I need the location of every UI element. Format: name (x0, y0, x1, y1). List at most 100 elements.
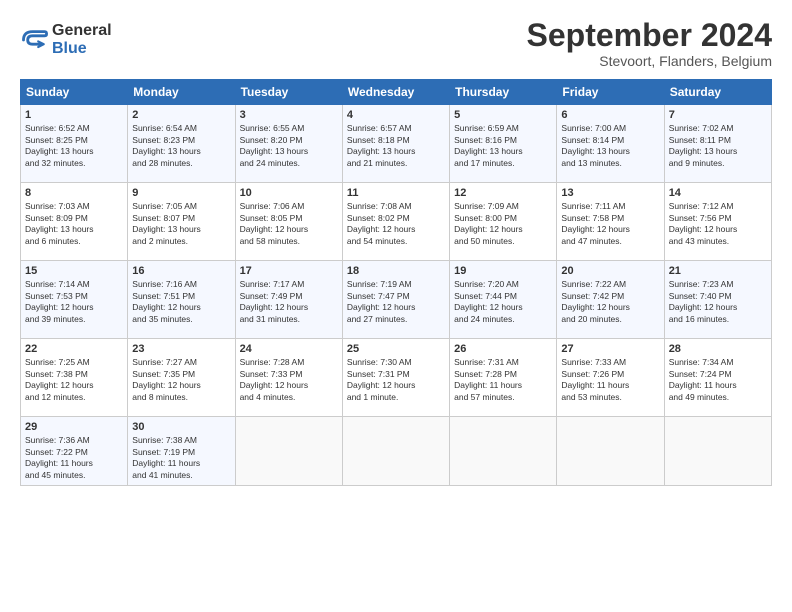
day-info: Sunrise: 7:16 AMSunset: 7:51 PMDaylight:… (132, 279, 201, 323)
day-number: 18 (347, 265, 445, 277)
empty-cell (557, 417, 664, 486)
table-row: 29 Sunrise: 7:36 AMSunset: 7:22 PMDaylig… (21, 417, 772, 486)
day-cell-20: 20 Sunrise: 7:22 AMSunset: 7:42 PMDaylig… (557, 261, 664, 339)
day-info: Sunrise: 7:30 AMSunset: 7:31 PMDaylight:… (347, 357, 416, 401)
day-number: 20 (561, 265, 659, 277)
table-row: 8 Sunrise: 7:03 AMSunset: 8:09 PMDayligh… (21, 183, 772, 261)
day-info: Sunrise: 7:14 AMSunset: 7:53 PMDaylight:… (25, 279, 94, 323)
day-info: Sunrise: 7:36 AMSunset: 7:22 PMDaylight:… (25, 435, 93, 479)
day-number: 10 (240, 187, 338, 199)
day-cell-5: 5 Sunrise: 6:59 AMSunset: 8:16 PMDayligh… (450, 105, 557, 183)
day-info: Sunrise: 7:02 AMSunset: 8:11 PMDaylight:… (669, 123, 738, 167)
day-cell-9: 9 Sunrise: 7:05 AMSunset: 8:07 PMDayligh… (128, 183, 235, 261)
day-number: 7 (669, 109, 767, 121)
empty-cell (342, 417, 449, 486)
logo-icon (20, 26, 48, 54)
day-info: Sunrise: 7:27 AMSunset: 7:35 PMDaylight:… (132, 357, 201, 401)
day-info: Sunrise: 6:55 AMSunset: 8:20 PMDaylight:… (240, 123, 309, 167)
day-cell-25: 25 Sunrise: 7:30 AMSunset: 7:31 PMDaylig… (342, 339, 449, 417)
empty-cell (235, 417, 342, 486)
logo: General Blue (20, 22, 112, 58)
col-wednesday: Wednesday (342, 80, 449, 105)
month-title: September 2024 (527, 18, 772, 53)
day-cell-28: 28 Sunrise: 7:34 AMSunset: 7:24 PMDaylig… (664, 339, 771, 417)
day-cell-2: 2 Sunrise: 6:54 AMSunset: 8:23 PMDayligh… (128, 105, 235, 183)
day-number: 11 (347, 187, 445, 199)
day-cell-21: 21 Sunrise: 7:23 AMSunset: 7:40 PMDaylig… (664, 261, 771, 339)
day-info: Sunrise: 7:31 AMSunset: 7:28 PMDaylight:… (454, 357, 522, 401)
empty-cell (664, 417, 771, 486)
day-info: Sunrise: 6:54 AMSunset: 8:23 PMDaylight:… (132, 123, 201, 167)
col-monday: Monday (128, 80, 235, 105)
day-number: 14 (669, 187, 767, 199)
day-info: Sunrise: 7:19 AMSunset: 7:47 PMDaylight:… (347, 279, 416, 323)
day-number: 22 (25, 343, 123, 355)
day-info: Sunrise: 7:28 AMSunset: 7:33 PMDaylight:… (240, 357, 309, 401)
day-cell-23: 23 Sunrise: 7:27 AMSunset: 7:35 PMDaylig… (128, 339, 235, 417)
day-number: 5 (454, 109, 552, 121)
day-cell-24: 24 Sunrise: 7:28 AMSunset: 7:33 PMDaylig… (235, 339, 342, 417)
day-number: 24 (240, 343, 338, 355)
day-info: Sunrise: 7:22 AMSunset: 7:42 PMDaylight:… (561, 279, 630, 323)
day-number: 27 (561, 343, 659, 355)
day-cell-14: 14 Sunrise: 7:12 AMSunset: 7:56 PMDaylig… (664, 183, 771, 261)
page: General Blue September 2024 Stevoort, Fl… (0, 0, 792, 612)
day-info: Sunrise: 7:03 AMSunset: 8:09 PMDaylight:… (25, 201, 94, 245)
table-row: 15 Sunrise: 7:14 AMSunset: 7:53 PMDaylig… (21, 261, 772, 339)
day-number: 29 (25, 421, 123, 433)
day-cell-16: 16 Sunrise: 7:16 AMSunset: 7:51 PMDaylig… (128, 261, 235, 339)
day-cell-6: 6 Sunrise: 7:00 AMSunset: 8:14 PMDayligh… (557, 105, 664, 183)
day-cell-18: 18 Sunrise: 7:19 AMSunset: 7:47 PMDaylig… (342, 261, 449, 339)
day-info: Sunrise: 6:52 AMSunset: 8:25 PMDaylight:… (25, 123, 94, 167)
day-info: Sunrise: 7:33 AMSunset: 7:26 PMDaylight:… (561, 357, 629, 401)
day-cell-12: 12 Sunrise: 7:09 AMSunset: 8:00 PMDaylig… (450, 183, 557, 261)
day-number: 13 (561, 187, 659, 199)
day-number: 1 (25, 109, 123, 121)
day-number: 23 (132, 343, 230, 355)
day-cell-27: 27 Sunrise: 7:33 AMSunset: 7:26 PMDaylig… (557, 339, 664, 417)
day-cell-10: 10 Sunrise: 7:06 AMSunset: 8:05 PMDaylig… (235, 183, 342, 261)
day-info: Sunrise: 7:09 AMSunset: 8:00 PMDaylight:… (454, 201, 523, 245)
day-info: Sunrise: 7:34 AMSunset: 7:24 PMDaylight:… (669, 357, 737, 401)
day-number: 2 (132, 109, 230, 121)
day-info: Sunrise: 7:00 AMSunset: 8:14 PMDaylight:… (561, 123, 630, 167)
col-saturday: Saturday (664, 80, 771, 105)
day-number: 28 (669, 343, 767, 355)
day-number: 4 (347, 109, 445, 121)
day-number: 6 (561, 109, 659, 121)
col-tuesday: Tuesday (235, 80, 342, 105)
day-info: Sunrise: 7:05 AMSunset: 8:07 PMDaylight:… (132, 201, 201, 245)
day-info: Sunrise: 7:25 AMSunset: 7:38 PMDaylight:… (25, 357, 94, 401)
day-number: 26 (454, 343, 552, 355)
day-info: Sunrise: 7:20 AMSunset: 7:44 PMDaylight:… (454, 279, 523, 323)
day-number: 15 (25, 265, 123, 277)
col-sunday: Sunday (21, 80, 128, 105)
day-cell-29: 29 Sunrise: 7:36 AMSunset: 7:22 PMDaylig… (21, 417, 128, 486)
day-info: Sunrise: 6:57 AMSunset: 8:18 PMDaylight:… (347, 123, 416, 167)
day-number: 17 (240, 265, 338, 277)
day-number: 19 (454, 265, 552, 277)
day-info: Sunrise: 7:38 AMSunset: 7:19 PMDaylight:… (132, 435, 200, 479)
header-row: Sunday Monday Tuesday Wednesday Thursday… (21, 80, 772, 105)
location-title: Stevoort, Flanders, Belgium (527, 53, 772, 69)
day-number: 21 (669, 265, 767, 277)
day-cell-1: 1 Sunrise: 6:52 AMSunset: 8:25 PMDayligh… (21, 105, 128, 183)
day-info: Sunrise: 7:17 AMSunset: 7:49 PMDaylight:… (240, 279, 309, 323)
day-cell-7: 7 Sunrise: 7:02 AMSunset: 8:11 PMDayligh… (664, 105, 771, 183)
empty-cell (450, 417, 557, 486)
day-info: Sunrise: 6:59 AMSunset: 8:16 PMDaylight:… (454, 123, 523, 167)
table-row: 1 Sunrise: 6:52 AMSunset: 8:25 PMDayligh… (21, 105, 772, 183)
day-cell-13: 13 Sunrise: 7:11 AMSunset: 7:58 PMDaylig… (557, 183, 664, 261)
day-cell-8: 8 Sunrise: 7:03 AMSunset: 8:09 PMDayligh… (21, 183, 128, 261)
day-cell-26: 26 Sunrise: 7:31 AMSunset: 7:28 PMDaylig… (450, 339, 557, 417)
day-cell-15: 15 Sunrise: 7:14 AMSunset: 7:53 PMDaylig… (21, 261, 128, 339)
day-info: Sunrise: 7:11 AMSunset: 7:58 PMDaylight:… (561, 201, 630, 245)
day-number: 3 (240, 109, 338, 121)
day-info: Sunrise: 7:12 AMSunset: 7:56 PMDaylight:… (669, 201, 738, 245)
day-number: 9 (132, 187, 230, 199)
day-number: 16 (132, 265, 230, 277)
day-info: Sunrise: 7:08 AMSunset: 8:02 PMDaylight:… (347, 201, 416, 245)
header: General Blue September 2024 Stevoort, Fl… (20, 18, 772, 69)
day-info: Sunrise: 7:23 AMSunset: 7:40 PMDaylight:… (669, 279, 738, 323)
day-number: 30 (132, 421, 230, 433)
